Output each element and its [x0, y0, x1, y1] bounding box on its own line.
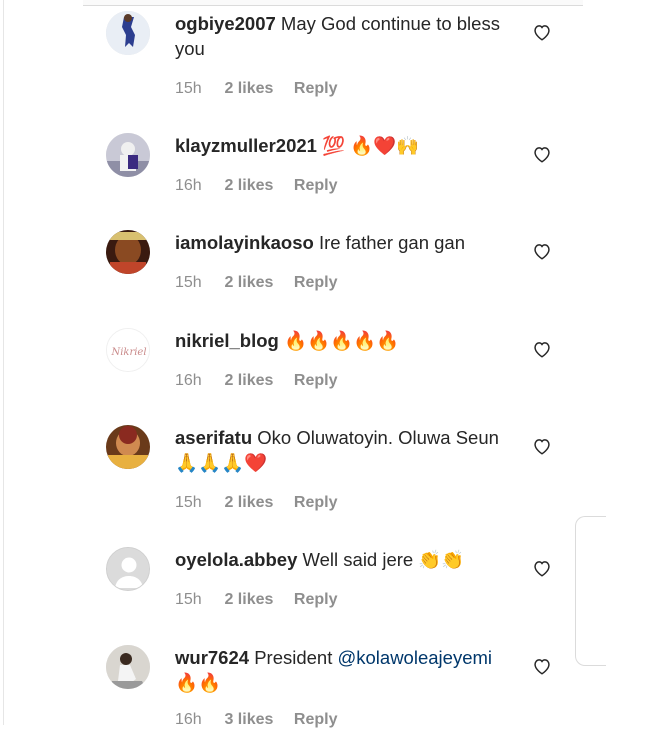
reply-button[interactable]: Reply — [294, 494, 338, 511]
comment-text: iamolayinkaoso Ire father gan gan — [175, 230, 515, 255]
comment-meta: 15h 2 likes Reply — [175, 591, 337, 609]
comment-time: 16h — [175, 711, 202, 728]
comment-likes[interactable]: 2 likes — [224, 80, 289, 98]
like-heart-icon[interactable] — [532, 437, 552, 455]
comment-username[interactable]: nikriel_blog — [175, 330, 279, 351]
left-border — [3, 0, 4, 725]
side-panel-edge — [575, 516, 606, 666]
comment-body: Ire father gan gan — [318, 232, 466, 253]
comment-meta: 16h 3 likes Reply — [175, 711, 337, 729]
reply-button[interactable]: Reply — [294, 372, 338, 389]
avatar[interactable]: Nikriel — [106, 328, 150, 372]
comment-emoji: 🔥🔥 — [175, 672, 222, 693]
comment-body: Oko Oluwatoyin. Oluwa Seun — [257, 427, 499, 448]
comment-emoji: 🙏🙏🙏❤️ — [175, 452, 268, 473]
top-divider — [83, 0, 583, 6]
comment-emoji: 🔥🔥🔥🔥🔥 — [283, 330, 400, 351]
comment-username[interactable]: aserifatu — [175, 427, 252, 448]
comment-username[interactable]: oyelola.abbey — [175, 549, 297, 570]
avatar-placeholder[interactable] — [106, 547, 150, 591]
comment-time: 15h — [175, 494, 202, 511]
comment-meta: 16h 2 likes Reply — [175, 177, 337, 195]
like-heart-icon[interactable] — [532, 23, 552, 41]
comment-likes[interactable]: 2 likes — [224, 177, 289, 195]
comment-text: ogbiye2007 May God continue to bless you — [175, 11, 515, 61]
avatar[interactable] — [106, 425, 150, 469]
comment-username[interactable]: wur7624 — [175, 647, 249, 668]
comment-likes[interactable]: 2 likes — [224, 494, 289, 512]
comment-text: aserifatu Oko Oluwatoyin. Oluwa Seun 🙏🙏🙏… — [175, 425, 515, 475]
avatar[interactable] — [106, 133, 150, 177]
like-heart-icon[interactable] — [532, 242, 552, 260]
comment-username[interactable]: iamolayinkaoso — [175, 232, 314, 253]
comment-likes[interactable]: 3 likes — [224, 711, 289, 729]
comment-time: 15h — [175, 591, 202, 608]
comment-text: oyelola.abbey Well said jere 👏👏 — [175, 547, 515, 572]
comment-text: wur7624 President @kolawoleajeyemi 🔥🔥 — [175, 645, 515, 695]
like-heart-icon[interactable] — [532, 559, 552, 577]
reply-button[interactable]: Reply — [294, 274, 338, 291]
like-heart-icon[interactable] — [532, 657, 552, 675]
nikriel-logo: Nikriel — [110, 347, 146, 358]
like-heart-icon[interactable] — [532, 145, 552, 163]
avatar[interactable] — [106, 11, 150, 55]
comment-meta: 16h 2 likes Reply — [175, 372, 337, 390]
comment-meta: 15h 2 likes Reply — [175, 494, 337, 512]
comment-body: Well said jere — [302, 549, 414, 570]
like-heart-icon[interactable] — [532, 340, 552, 358]
comment-body: President — [254, 647, 333, 668]
comment-likes[interactable]: 2 likes — [224, 274, 289, 292]
comment-time: 15h — [175, 274, 202, 291]
comment-emoji: 💯 🔥❤️🙌 — [322, 135, 420, 156]
comment-time: 16h — [175, 372, 202, 389]
avatar[interactable] — [106, 645, 150, 689]
reply-button[interactable]: Reply — [294, 711, 338, 728]
comment-text: nikriel_blog 🔥🔥🔥🔥🔥 — [175, 328, 515, 353]
comment-meta: 15h 2 likes Reply — [175, 80, 337, 98]
mention-link[interactable]: @kolawoleajeyemi — [337, 647, 492, 668]
comment-likes[interactable]: 2 likes — [224, 591, 289, 609]
reply-button[interactable]: Reply — [294, 80, 338, 97]
reply-button[interactable]: Reply — [294, 177, 338, 194]
comment-username[interactable]: ogbiye2007 — [175, 13, 276, 34]
reply-button[interactable]: Reply — [294, 591, 338, 608]
comment-time: 15h — [175, 80, 202, 97]
avatar[interactable] — [106, 230, 150, 274]
comment-emoji: 👏👏 — [418, 549, 465, 570]
comment-time: 16h — [175, 177, 202, 194]
comment-likes[interactable]: 2 likes — [224, 372, 289, 390]
comment-username[interactable]: klayzmuller2021 — [175, 135, 317, 156]
comment-meta: 15h 2 likes Reply — [175, 274, 337, 292]
comment-text: klayzmuller2021 💯 🔥❤️🙌 — [175, 133, 515, 158]
